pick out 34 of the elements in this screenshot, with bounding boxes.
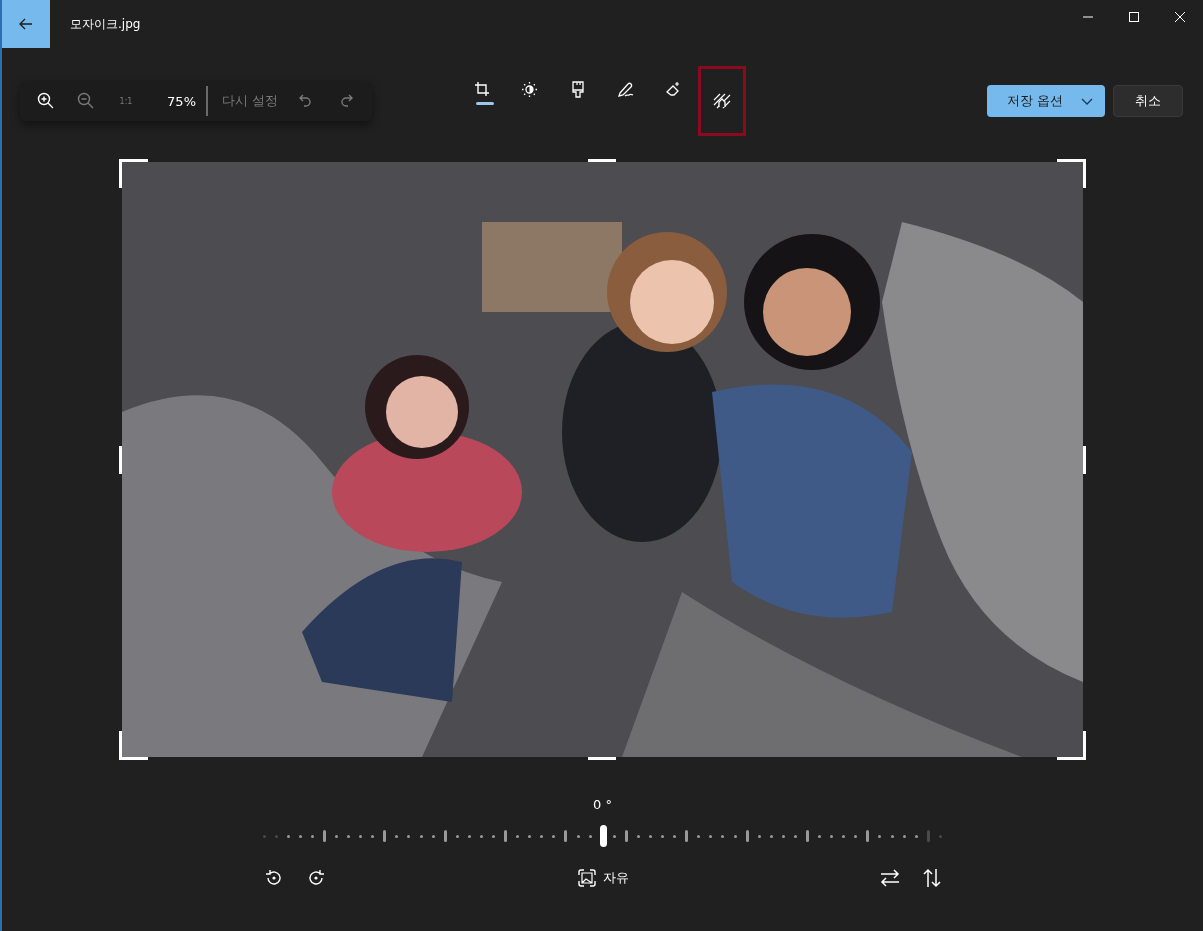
crop-edge-handle[interactable] [588, 159, 616, 162]
save-options-button[interactable]: 저장 옵션 [986, 85, 1105, 117]
chevron-down-icon [1081, 97, 1093, 105]
aspect-ratio-button[interactable]: 자유 [572, 862, 633, 894]
zoom-value: 75% [166, 93, 196, 109]
zoom-out-icon [77, 92, 95, 110]
eraser-sparkle-icon [665, 80, 682, 98]
picture-frame-icon [576, 868, 597, 888]
mosaic-tool-button[interactable] [697, 66, 746, 136]
crop-edge-handle[interactable] [1083, 446, 1086, 474]
swap-vertical-icon [922, 868, 941, 888]
straighten-slider[interactable] [262, 824, 943, 848]
brightness-icon [521, 80, 538, 98]
angle-reading: 0 ° [593, 797, 612, 812]
rotate-left-icon [263, 868, 284, 888]
crop-corner-handle[interactable] [119, 731, 148, 760]
mosaic-icon [712, 93, 731, 109]
crop-edge-handle[interactable] [588, 757, 616, 760]
cancel-button[interactable]: 취소 [1113, 85, 1183, 117]
pen-icon [617, 80, 634, 98]
paintbrush-icon [570, 80, 585, 98]
crop-corner-handle[interactable] [119, 159, 148, 188]
crop-corner-handle[interactable] [1057, 159, 1086, 188]
swap-horizontal-icon [879, 869, 900, 887]
crop-icon [473, 81, 490, 97]
close-icon [1175, 12, 1185, 22]
maximize-icon [1129, 12, 1139, 22]
window-title: 모자이크.jpg [70, 15, 141, 33]
back-arrow-icon [19, 18, 33, 30]
zoom-in-icon [37, 92, 55, 110]
slider-thumb[interactable] [599, 825, 607, 847]
crop-corner-handle[interactable] [1057, 731, 1086, 760]
crop-edge-handle[interactable] [119, 446, 122, 474]
redo-icon [338, 93, 355, 109]
